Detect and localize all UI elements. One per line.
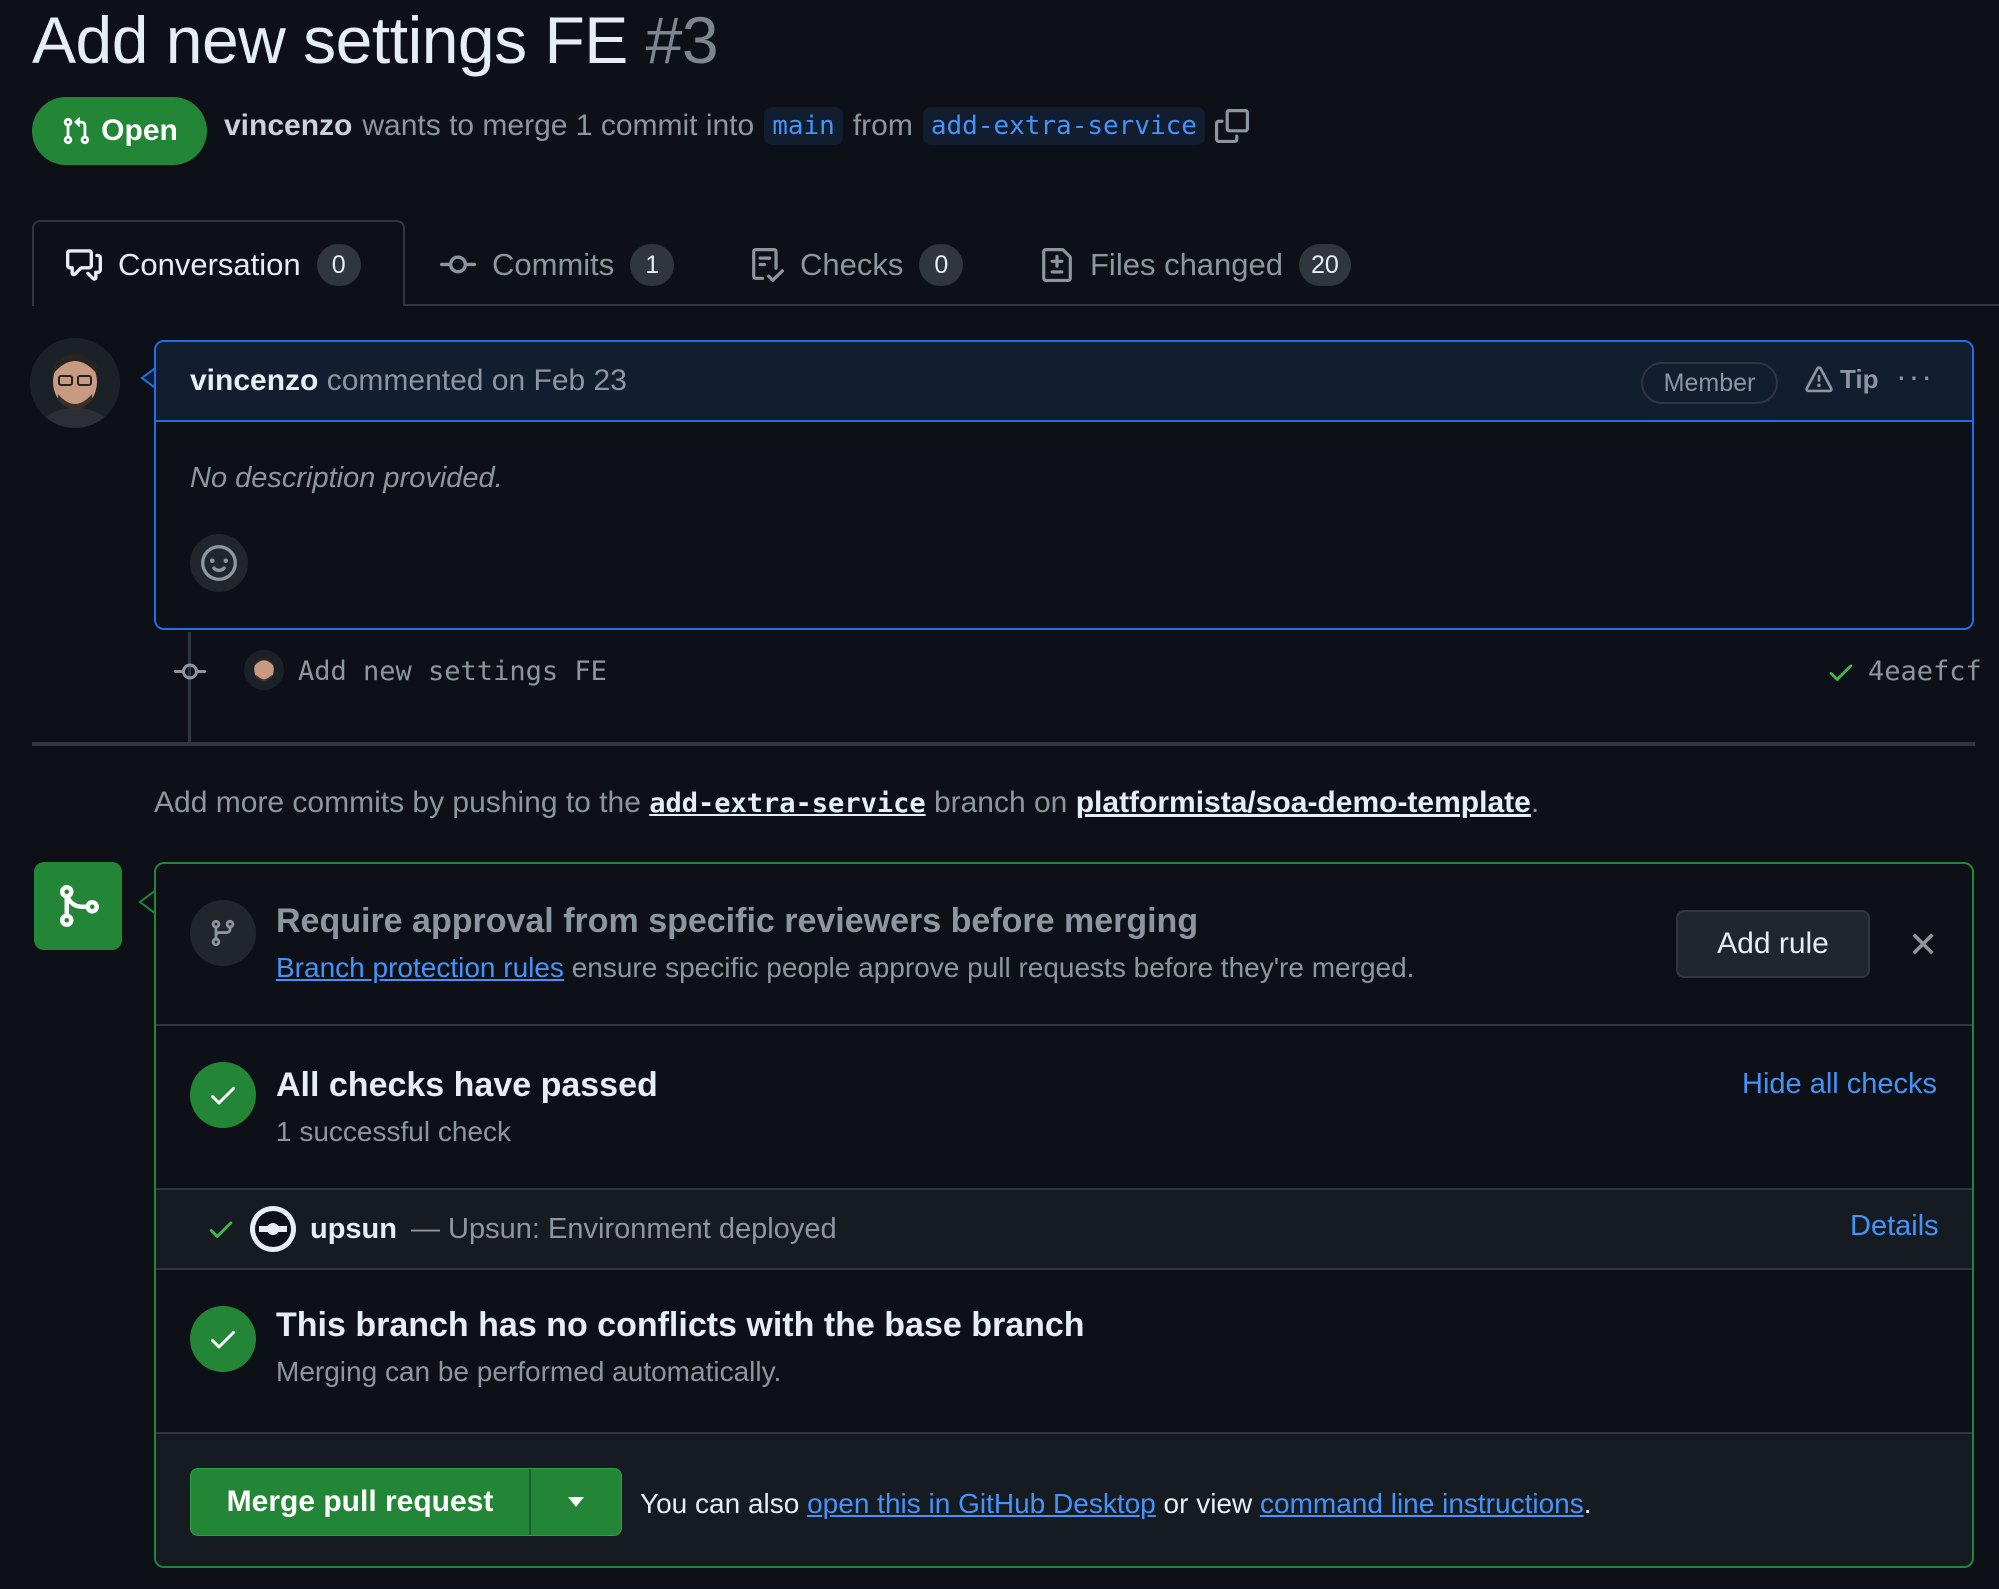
close-icon[interactable]: ✕ bbox=[1908, 924, 1938, 966]
tab-files-changed[interactable]: Files changed 20 bbox=[1040, 240, 1351, 290]
comment-discussion-icon bbox=[66, 249, 102, 281]
checks-section: All checks have passed 1 successful chec… bbox=[156, 1026, 1972, 1190]
no-conflicts-icon bbox=[190, 1306, 256, 1372]
triangle-down-icon bbox=[568, 1497, 584, 1507]
comment-action[interactable]: commented on Feb 23 bbox=[327, 364, 627, 397]
rule-description: Branch protection rules ensure specific … bbox=[276, 952, 1414, 984]
also-suffix: . bbox=[1583, 1488, 1592, 1519]
tab-counter: 0 bbox=[316, 244, 361, 286]
commit-status: 4eaefcf bbox=[1826, 656, 1982, 687]
upsun-logo-icon bbox=[250, 1206, 296, 1252]
also-prefix: You can also bbox=[640, 1488, 800, 1519]
tab-counter: 0 bbox=[919, 244, 964, 286]
hint-branch-link[interactable]: add-extra-service bbox=[649, 788, 925, 819]
commit-message[interactable]: Add new settings FE bbox=[298, 656, 607, 687]
pr-number: #3 bbox=[645, 3, 719, 77]
tab-checks[interactable]: Checks 0 bbox=[750, 240, 964, 290]
branch-protection-section: Require approval from specific reviewers… bbox=[156, 864, 1972, 1026]
merge-alternatives: You can also open this in GitHub Desktop… bbox=[640, 1488, 1592, 1520]
check-run-row: upsun — Upsun: Environment deployed Deta… bbox=[156, 1190, 1972, 1270]
check-icon[interactable] bbox=[1826, 657, 1856, 687]
rule-text: ensure specific people approve pull requ… bbox=[571, 952, 1415, 983]
avatar[interactable] bbox=[30, 338, 120, 428]
page-title: Add new settings FE #3 bbox=[32, 2, 719, 78]
state-badge: Open bbox=[32, 97, 207, 165]
git-merge-icon bbox=[60, 885, 100, 927]
author-link[interactable]: vincenzo bbox=[224, 109, 352, 143]
check-icon bbox=[209, 1221, 233, 1238]
tab-commits[interactable]: Commits 1 bbox=[440, 240, 675, 290]
conflicts-section: This branch has no conflicts with the ba… bbox=[156, 1270, 1972, 1434]
push-hint: Add more commits by pushing to the add-e… bbox=[154, 786, 1539, 820]
conflicts-subtitle: Merging can be performed automatically. bbox=[276, 1356, 782, 1387]
checklist-icon bbox=[752, 248, 784, 282]
hint-prefix: Add more commits by pushing to the bbox=[154, 786, 641, 819]
tab-counter: 20 bbox=[1299, 244, 1351, 286]
conflicts-title: This branch has no conflicts with the ba… bbox=[276, 1306, 1085, 1344]
command-line-link[interactable]: command line instructions bbox=[1260, 1488, 1584, 1519]
details-link[interactable]: Details bbox=[1850, 1210, 1939, 1243]
pr-title: Add new settings FE bbox=[32, 3, 628, 77]
tab-label: Files changed bbox=[1090, 247, 1284, 282]
comment-body: No description provided. bbox=[190, 462, 503, 494]
tab-label: Checks bbox=[800, 247, 904, 282]
add-rule-button[interactable]: Add rule bbox=[1676, 910, 1870, 978]
tab-label: Conversation bbox=[118, 247, 301, 282]
alert-icon bbox=[1805, 365, 1833, 392]
state-label: Open bbox=[101, 114, 178, 147]
check-icon bbox=[211, 1331, 235, 1349]
member-badge: Member bbox=[1641, 362, 1778, 404]
git-branch-icon bbox=[211, 919, 235, 947]
git-commit-icon bbox=[440, 255, 476, 274]
smiley-icon bbox=[201, 545, 237, 581]
hint-repo-link[interactable]: platformista/soa-demo-template bbox=[1076, 786, 1531, 819]
tab-counter: 1 bbox=[630, 244, 675, 286]
pull-request-icon bbox=[63, 117, 90, 145]
rule-title: Require approval from specific reviewers… bbox=[276, 902, 1199, 940]
head-branch[interactable]: add-extra-service bbox=[922, 107, 1205, 145]
comment-meta: vincenzo commented on Feb 23 bbox=[190, 364, 627, 398]
merge-box: Require approval from specific reviewers… bbox=[154, 862, 1974, 1568]
comment-header: vincenzo commented on Feb 23 Member Tip … bbox=[156, 342, 1972, 422]
merge-text: wants to merge 1 commit into bbox=[362, 109, 755, 142]
commit-author-avatar[interactable] bbox=[244, 650, 284, 690]
tab-label: Commits bbox=[492, 247, 615, 282]
merge-button-group: Merge pull request bbox=[190, 1468, 622, 1536]
pr-meta: vincenzo wants to merge 1 commit into ma… bbox=[224, 107, 1249, 145]
branch-protection-link[interactable]: Branch protection rules bbox=[276, 952, 564, 983]
merge-actions: Merge pull request You can also open thi… bbox=[156, 1434, 1972, 1566]
tab-conversation[interactable]: Conversation 0 bbox=[66, 240, 361, 290]
comment-author[interactable]: vincenzo bbox=[190, 364, 318, 397]
merge-pull-request-button[interactable]: Merge pull request bbox=[191, 1469, 531, 1535]
add-reaction-button[interactable] bbox=[190, 534, 248, 592]
file-diff-icon bbox=[1042, 248, 1072, 282]
copy-icon[interactable] bbox=[1214, 109, 1249, 143]
merge-options-dropdown[interactable] bbox=[531, 1469, 621, 1535]
checks-subtitle: 1 successful check bbox=[276, 1116, 511, 1147]
check-icon bbox=[211, 1087, 235, 1105]
comment-box: vincenzo commented on Feb 23 Member Tip … bbox=[154, 340, 1974, 630]
git-commit-icon bbox=[174, 663, 206, 680]
kebab-icon[interactable]: ··· bbox=[1896, 358, 1934, 395]
also-middle: or view bbox=[1163, 1488, 1253, 1519]
base-branch[interactable]: main bbox=[764, 107, 843, 145]
check-description: — Upsun: Environment deployed bbox=[411, 1212, 837, 1245]
check-name: upsun bbox=[310, 1212, 397, 1245]
tip[interactable]: Tip bbox=[1804, 364, 1879, 395]
checks-title: All checks have passed bbox=[276, 1066, 658, 1104]
tip-label: Tip bbox=[1840, 364, 1879, 394]
timeline-divider bbox=[32, 742, 1975, 746]
hint-suffix: . bbox=[1530, 786, 1540, 819]
hide-checks-button[interactable]: Hide all checks bbox=[1742, 1068, 1937, 1101]
commit-sha[interactable]: 4eaefcf bbox=[1868, 656, 1982, 687]
merge-status-icon bbox=[34, 862, 122, 950]
from-text: from bbox=[852, 109, 913, 142]
github-desktop-link[interactable]: open this in GitHub Desktop bbox=[807, 1488, 1156, 1519]
check-run: upsun — Upsun: Environment deployed bbox=[206, 1206, 837, 1252]
hint-middle: branch on bbox=[933, 786, 1068, 819]
branch-icon-circle bbox=[190, 900, 256, 966]
checks-passed-icon bbox=[190, 1062, 256, 1128]
